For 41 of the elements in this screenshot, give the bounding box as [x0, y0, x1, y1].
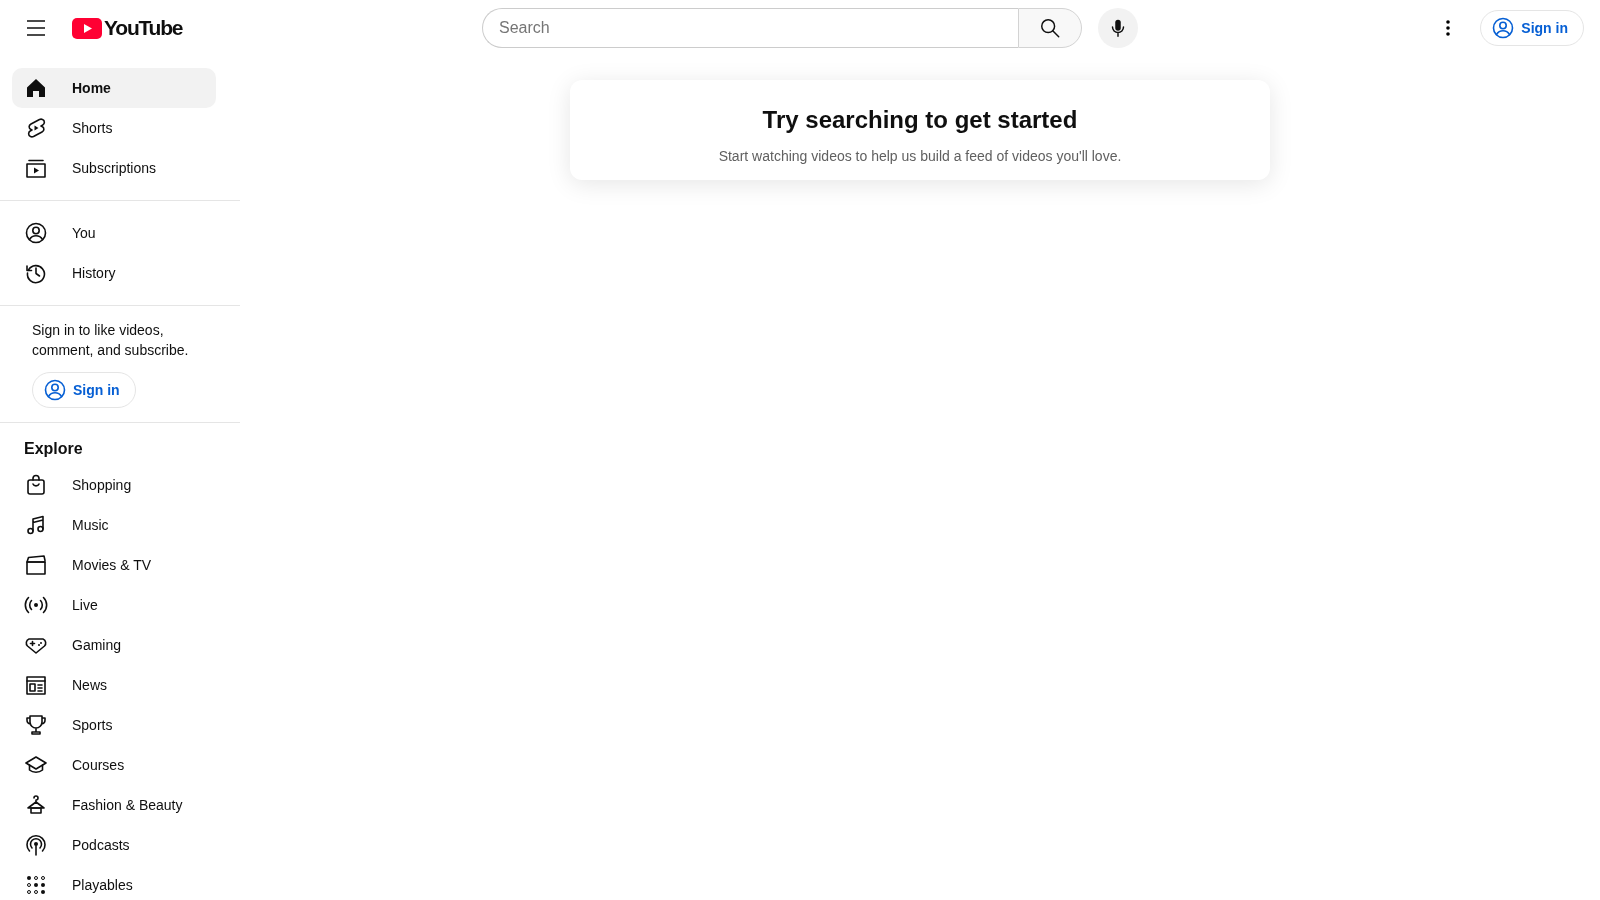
sidebar-item[interactable]: Gaming: [12, 625, 216, 665]
sidebar-item[interactable]: Shopping: [12, 465, 216, 505]
sidebar-item[interactable]: Sports: [12, 705, 216, 745]
sign-in-prompt: Sign in to like videos, comment, and subscribe.: [32, 321, 190, 360]
podcast-icon: [24, 833, 48, 857]
sidebar-item[interactable]: News: [12, 665, 216, 705]
sidebar-item[interactable]: Courses: [12, 745, 216, 785]
search-button[interactable]: [1018, 8, 1082, 48]
sidebar-item[interactable]: Podcasts: [12, 825, 216, 865]
sidebar-item[interactable]: Subscriptions: [12, 148, 216, 188]
sidebar-item[interactable]: Movies & TV: [12, 545, 216, 585]
search-icon: [1039, 17, 1061, 39]
trophy-icon: [24, 713, 48, 737]
sign-in-button[interactable]: Sign in: [1480, 10, 1584, 46]
logo[interactable]: YouTube: [72, 16, 183, 40]
sidebar-item[interactable]: History: [12, 253, 216, 293]
search-field[interactable]: Search: [482, 8, 1018, 48]
user-icon: [1491, 16, 1516, 40]
user-icon: [24, 221, 48, 245]
dots-grid-icon: [24, 873, 48, 897]
empty-feed-message: Start watching videos to help us build a feed of videos you'll love.: [717, 148, 1123, 164]
sidebar-item[interactable]: Home: [12, 68, 216, 108]
home-icon: [24, 76, 48, 100]
sidebar-item[interactable]: Live: [12, 585, 216, 625]
empty-feed-title: Try searching to get started: [761, 106, 1079, 134]
clapperboard-icon: [24, 553, 48, 577]
section-heading: Explore: [24, 439, 84, 459]
sidebar-item[interactable]: Playables: [12, 865, 216, 900]
sidebar-item[interactable]: Music: [12, 505, 216, 545]
sidebar-item[interactable]: Shorts: [12, 108, 216, 148]
play-logo-icon: [72, 17, 102, 39]
menu-icon: [26, 20, 46, 36]
sidebar-item[interactable]: Fashion & Beauty: [12, 785, 216, 825]
user-icon: [43, 378, 67, 402]
microphone-button[interactable]: [1098, 8, 1138, 48]
sign-in-button[interactable]: Sign in: [32, 372, 136, 408]
sidebar-item[interactable]: You: [12, 213, 216, 253]
more-icon: [1446, 20, 1451, 36]
shopping-bag-icon: [24, 473, 48, 497]
hanger-icon: [24, 793, 48, 817]
newspaper-icon: [24, 673, 48, 697]
